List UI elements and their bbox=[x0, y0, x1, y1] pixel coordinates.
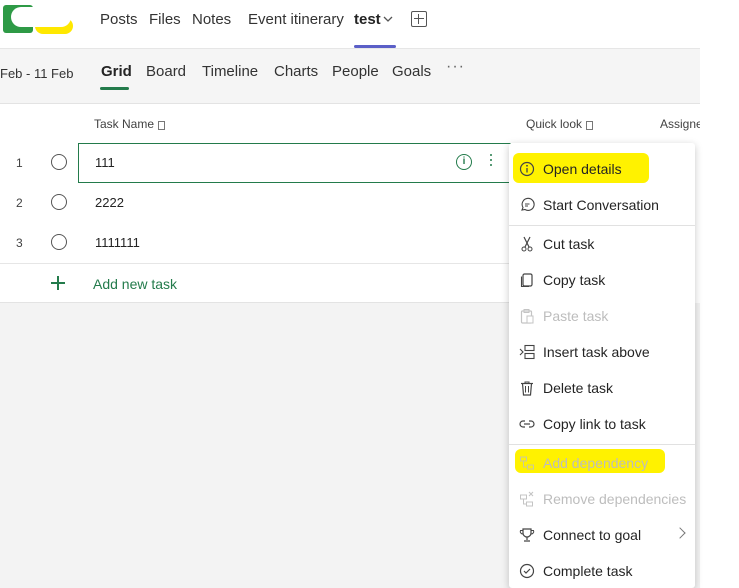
add-tab-icon[interactable] bbox=[411, 11, 427, 27]
complete-task-checkbox[interactable] bbox=[51, 194, 67, 210]
active-tab-indicator bbox=[354, 45, 396, 48]
menu-item-label: Add dependency bbox=[543, 455, 649, 471]
view-tab-charts[interactable]: Charts bbox=[274, 63, 318, 80]
view-tab-timeline[interactable]: Timeline bbox=[202, 63, 258, 80]
menu-item-label: Open details bbox=[543, 161, 622, 177]
tab-test[interactable]: test bbox=[354, 11, 381, 28]
menu-item-cut-task[interactable]: Cut task bbox=[509, 227, 695, 261]
column-sort-icon[interactable] bbox=[158, 121, 166, 130]
remove-dependency-icon bbox=[520, 491, 534, 507]
menu-item-delete-task[interactable]: Delete task bbox=[509, 371, 695, 405]
app-logo bbox=[3, 5, 73, 35]
menu-item-label: Remove dependencies bbox=[543, 491, 687, 507]
date-range[interactable]: Feb - 11 Feb bbox=[0, 66, 73, 81]
menu-item-label: Copy task bbox=[543, 272, 606, 288]
add-task-row[interactable]: Add new task bbox=[0, 264, 510, 303]
menu-item-add-dependency[interactable]: Add dependency bbox=[509, 446, 695, 480]
menu-item-paste-task[interactable]: Paste task bbox=[509, 299, 695, 333]
tab-event-itinerary[interactable]: Event itinerary bbox=[248, 11, 344, 28]
info-icon[interactable]: i bbox=[456, 154, 472, 170]
menu-item-insert-task-above[interactable]: Insert task above bbox=[509, 335, 695, 369]
view-tab-grid[interactable]: Grid bbox=[101, 63, 132, 80]
menu-item-remove-dependencies[interactable]: Remove dependencies bbox=[509, 482, 695, 516]
copy-icon bbox=[520, 273, 533, 288]
insert-above-icon bbox=[519, 344, 535, 360]
task-name[interactable]: 2222 bbox=[95, 195, 124, 210]
menu-item-label: Paste task bbox=[543, 308, 609, 324]
task-name[interactable]: 111 bbox=[95, 155, 115, 170]
info-icon bbox=[519, 161, 535, 177]
plus-icon[interactable] bbox=[51, 276, 65, 290]
tab-notes[interactable]: Notes bbox=[192, 11, 231, 28]
more-views-button[interactable]: ··· bbox=[446, 58, 465, 76]
task-name[interactable]: 1111111 bbox=[95, 235, 140, 250]
menu-item-complete-task[interactable]: Complete task bbox=[509, 554, 695, 588]
view-tab-goals[interactable]: Goals bbox=[392, 63, 431, 80]
view-tab-board[interactable]: Board bbox=[146, 63, 186, 80]
menu-item-label: Insert task above bbox=[543, 344, 650, 360]
link-icon bbox=[519, 420, 535, 428]
active-view-indicator bbox=[100, 87, 129, 90]
complete-task-checkbox[interactable] bbox=[51, 154, 67, 170]
table-row[interactable]: 2 2222 bbox=[0, 183, 510, 224]
column-header-label: Quick look bbox=[526, 117, 583, 131]
menu-item-label: Start Conversation bbox=[543, 197, 659, 213]
trash-icon bbox=[521, 381, 533, 396]
menu-item-label: Cut task bbox=[543, 236, 595, 252]
menu-item-label: Copy link to task bbox=[543, 416, 646, 432]
add-new-task-button[interactable]: Add new task bbox=[93, 276, 177, 292]
menu-item-label: Delete task bbox=[543, 380, 614, 396]
menu-item-copy-task[interactable]: Copy task bbox=[509, 263, 695, 297]
column-header-label: Task Name bbox=[94, 117, 155, 131]
chat-icon bbox=[521, 197, 535, 211]
menu-item-connect-to-goal[interactable]: Connect to goal bbox=[509, 518, 695, 552]
menu-item-start-conversation[interactable]: Start Conversation bbox=[509, 188, 695, 222]
tab-posts[interactable]: Posts bbox=[100, 11, 138, 28]
column-header-quick-look[interactable]: Quick look bbox=[526, 117, 594, 131]
menu-item-label: Connect to goal bbox=[543, 527, 642, 543]
row-number: 3 bbox=[16, 236, 23, 250]
menu-item-label: Complete task bbox=[543, 563, 633, 579]
menu-divider bbox=[509, 444, 695, 445]
page-edge bbox=[700, 0, 739, 588]
grid-header: Task Name Quick look Assigne bbox=[0, 104, 703, 142]
chevron-down-icon[interactable] bbox=[382, 13, 394, 25]
complete-task-checkbox[interactable] bbox=[51, 234, 67, 250]
more-options-icon[interactable] bbox=[486, 152, 496, 170]
column-sort-icon[interactable] bbox=[586, 121, 594, 130]
top-tab-bar: Posts Files Notes Event itinerary test bbox=[0, 0, 700, 49]
row-number: 1 bbox=[16, 156, 23, 170]
row-number: 2 bbox=[16, 196, 23, 210]
column-header-task-name[interactable]: Task Name bbox=[94, 117, 166, 131]
menu-divider bbox=[509, 225, 695, 226]
task-name-edit-box[interactable] bbox=[78, 143, 511, 183]
column-header-assigned[interactable]: Assigne bbox=[660, 117, 703, 131]
scissors-icon bbox=[521, 236, 533, 252]
view-tab-people[interactable]: People bbox=[332, 63, 379, 80]
dependency-icon bbox=[520, 456, 534, 470]
clipboard-icon bbox=[520, 309, 534, 324]
table-row[interactable]: 1 111 i bbox=[0, 143, 511, 184]
trophy-icon bbox=[519, 528, 535, 542]
task-context-menu: Open details Start Conversation Cut task… bbox=[509, 143, 695, 588]
view-bar: Feb - 11 Feb Grid Board Timeline Charts … bbox=[0, 49, 700, 104]
check-circle-icon bbox=[519, 563, 535, 579]
menu-item-copy-link[interactable]: Copy link to task bbox=[509, 407, 695, 441]
table-row[interactable]: 3 1111111 bbox=[0, 223, 510, 264]
tab-files[interactable]: Files bbox=[149, 11, 181, 28]
chevron-right-icon bbox=[674, 527, 686, 539]
menu-item-open-details[interactable]: Open details bbox=[509, 152, 695, 186]
